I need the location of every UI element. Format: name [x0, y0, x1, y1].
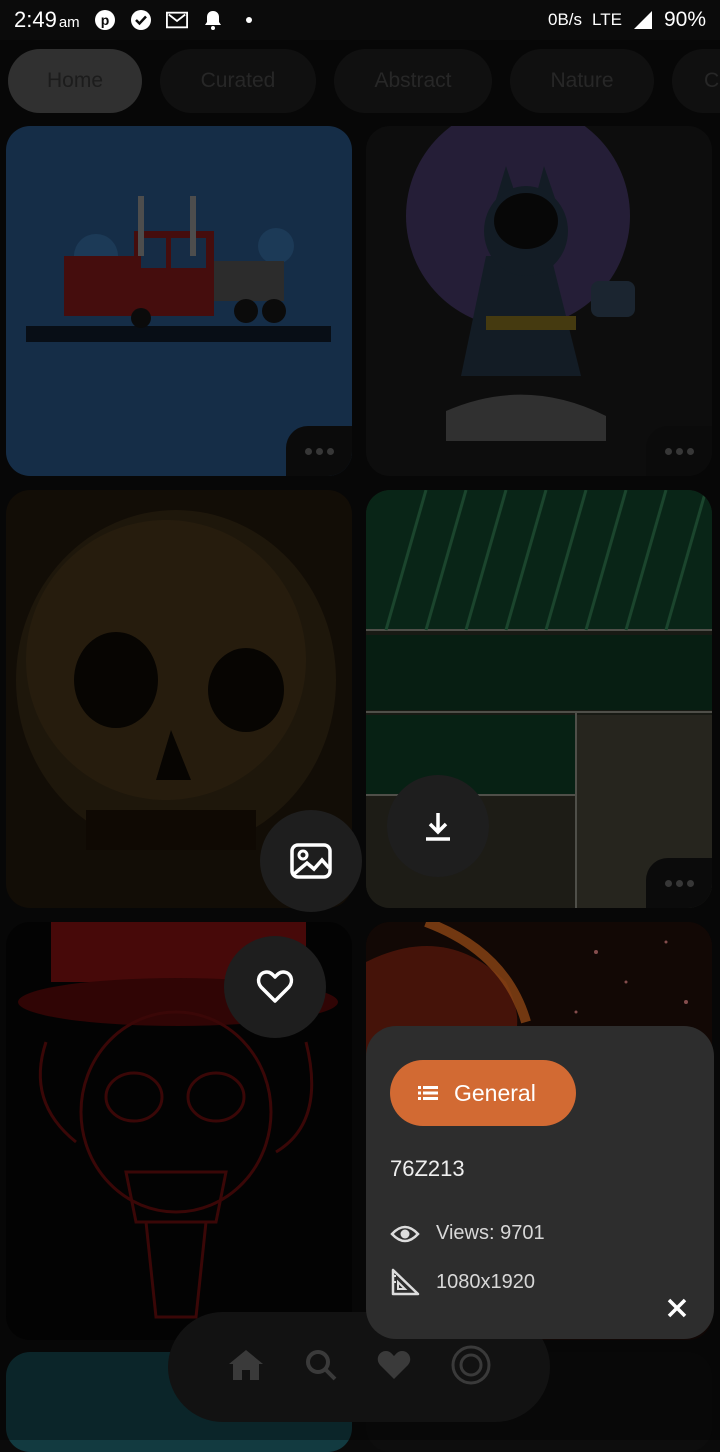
profile-icon[interactable]	[451, 1345, 491, 1390]
chip-next[interactable]: C	[672, 49, 720, 113]
resolution-value: 1080x1920	[436, 1270, 535, 1293]
image-icon	[290, 843, 332, 879]
pinterest-icon: p	[94, 9, 116, 31]
chip-nature[interactable]: Nature	[510, 49, 654, 113]
network-type: LTE	[592, 10, 622, 29]
wallpaper-image-batman	[406, 126, 635, 441]
heart-outline-icon	[256, 970, 294, 1003]
wallpaper-id: 76Z213	[390, 1156, 465, 1181]
home-icon[interactable]	[227, 1348, 265, 1387]
wallpaper-image-truck	[26, 196, 331, 342]
dot-icon	[238, 9, 260, 31]
ruler-icon	[391, 1268, 420, 1296]
wallpaper-info-panel: General 76Z213 Views: 9701 1080x1920	[366, 1026, 714, 1339]
chip-curated[interactable]: Curated	[160, 49, 316, 113]
card-more-button[interactable]	[646, 426, 712, 476]
favorites-icon[interactable]	[376, 1349, 412, 1386]
status-bar: 2:49 am p 0B/s LTE 90%	[0, 0, 720, 40]
set-wallpaper-button[interactable]	[260, 810, 362, 912]
network-speed: 0B/s	[548, 10, 583, 29]
bell-icon	[202, 9, 224, 31]
chip-home[interactable]: Home	[8, 49, 142, 113]
wallpaper-card-truck[interactable]	[6, 126, 352, 476]
resolution-row: 1080x1920	[390, 1268, 535, 1296]
chip-abstract[interactable]: Abstract	[334, 49, 492, 113]
close-button[interactable]	[662, 1293, 692, 1323]
category-chips: Home Curated Abstract Nature C	[8, 48, 720, 114]
close-icon	[667, 1298, 687, 1318]
battery-level: 90%	[663, 8, 706, 31]
status-time: 2:49 am	[14, 7, 80, 32]
card-more-button[interactable]	[646, 858, 712, 908]
list-icon	[418, 1086, 438, 1100]
favorite-button[interactable]	[224, 936, 326, 1038]
signal-icon	[632, 9, 654, 31]
check-circle-icon	[130, 9, 152, 31]
gmail-icon	[165, 9, 188, 31]
wallpaper-card-batman[interactable]	[366, 126, 712, 476]
search-icon[interactable]	[304, 1348, 338, 1387]
category-label: General	[454, 1079, 536, 1106]
category-button[interactable]: General	[390, 1060, 576, 1126]
download-button[interactable]	[387, 775, 489, 877]
views-row: Views: 9701	[390, 1222, 545, 1245]
eye-icon	[390, 1225, 420, 1242]
svg-text:p: p	[100, 12, 109, 28]
views-count: Views: 9701	[436, 1222, 545, 1244]
card-more-button[interactable]	[286, 426, 352, 476]
download-icon	[426, 813, 450, 841]
